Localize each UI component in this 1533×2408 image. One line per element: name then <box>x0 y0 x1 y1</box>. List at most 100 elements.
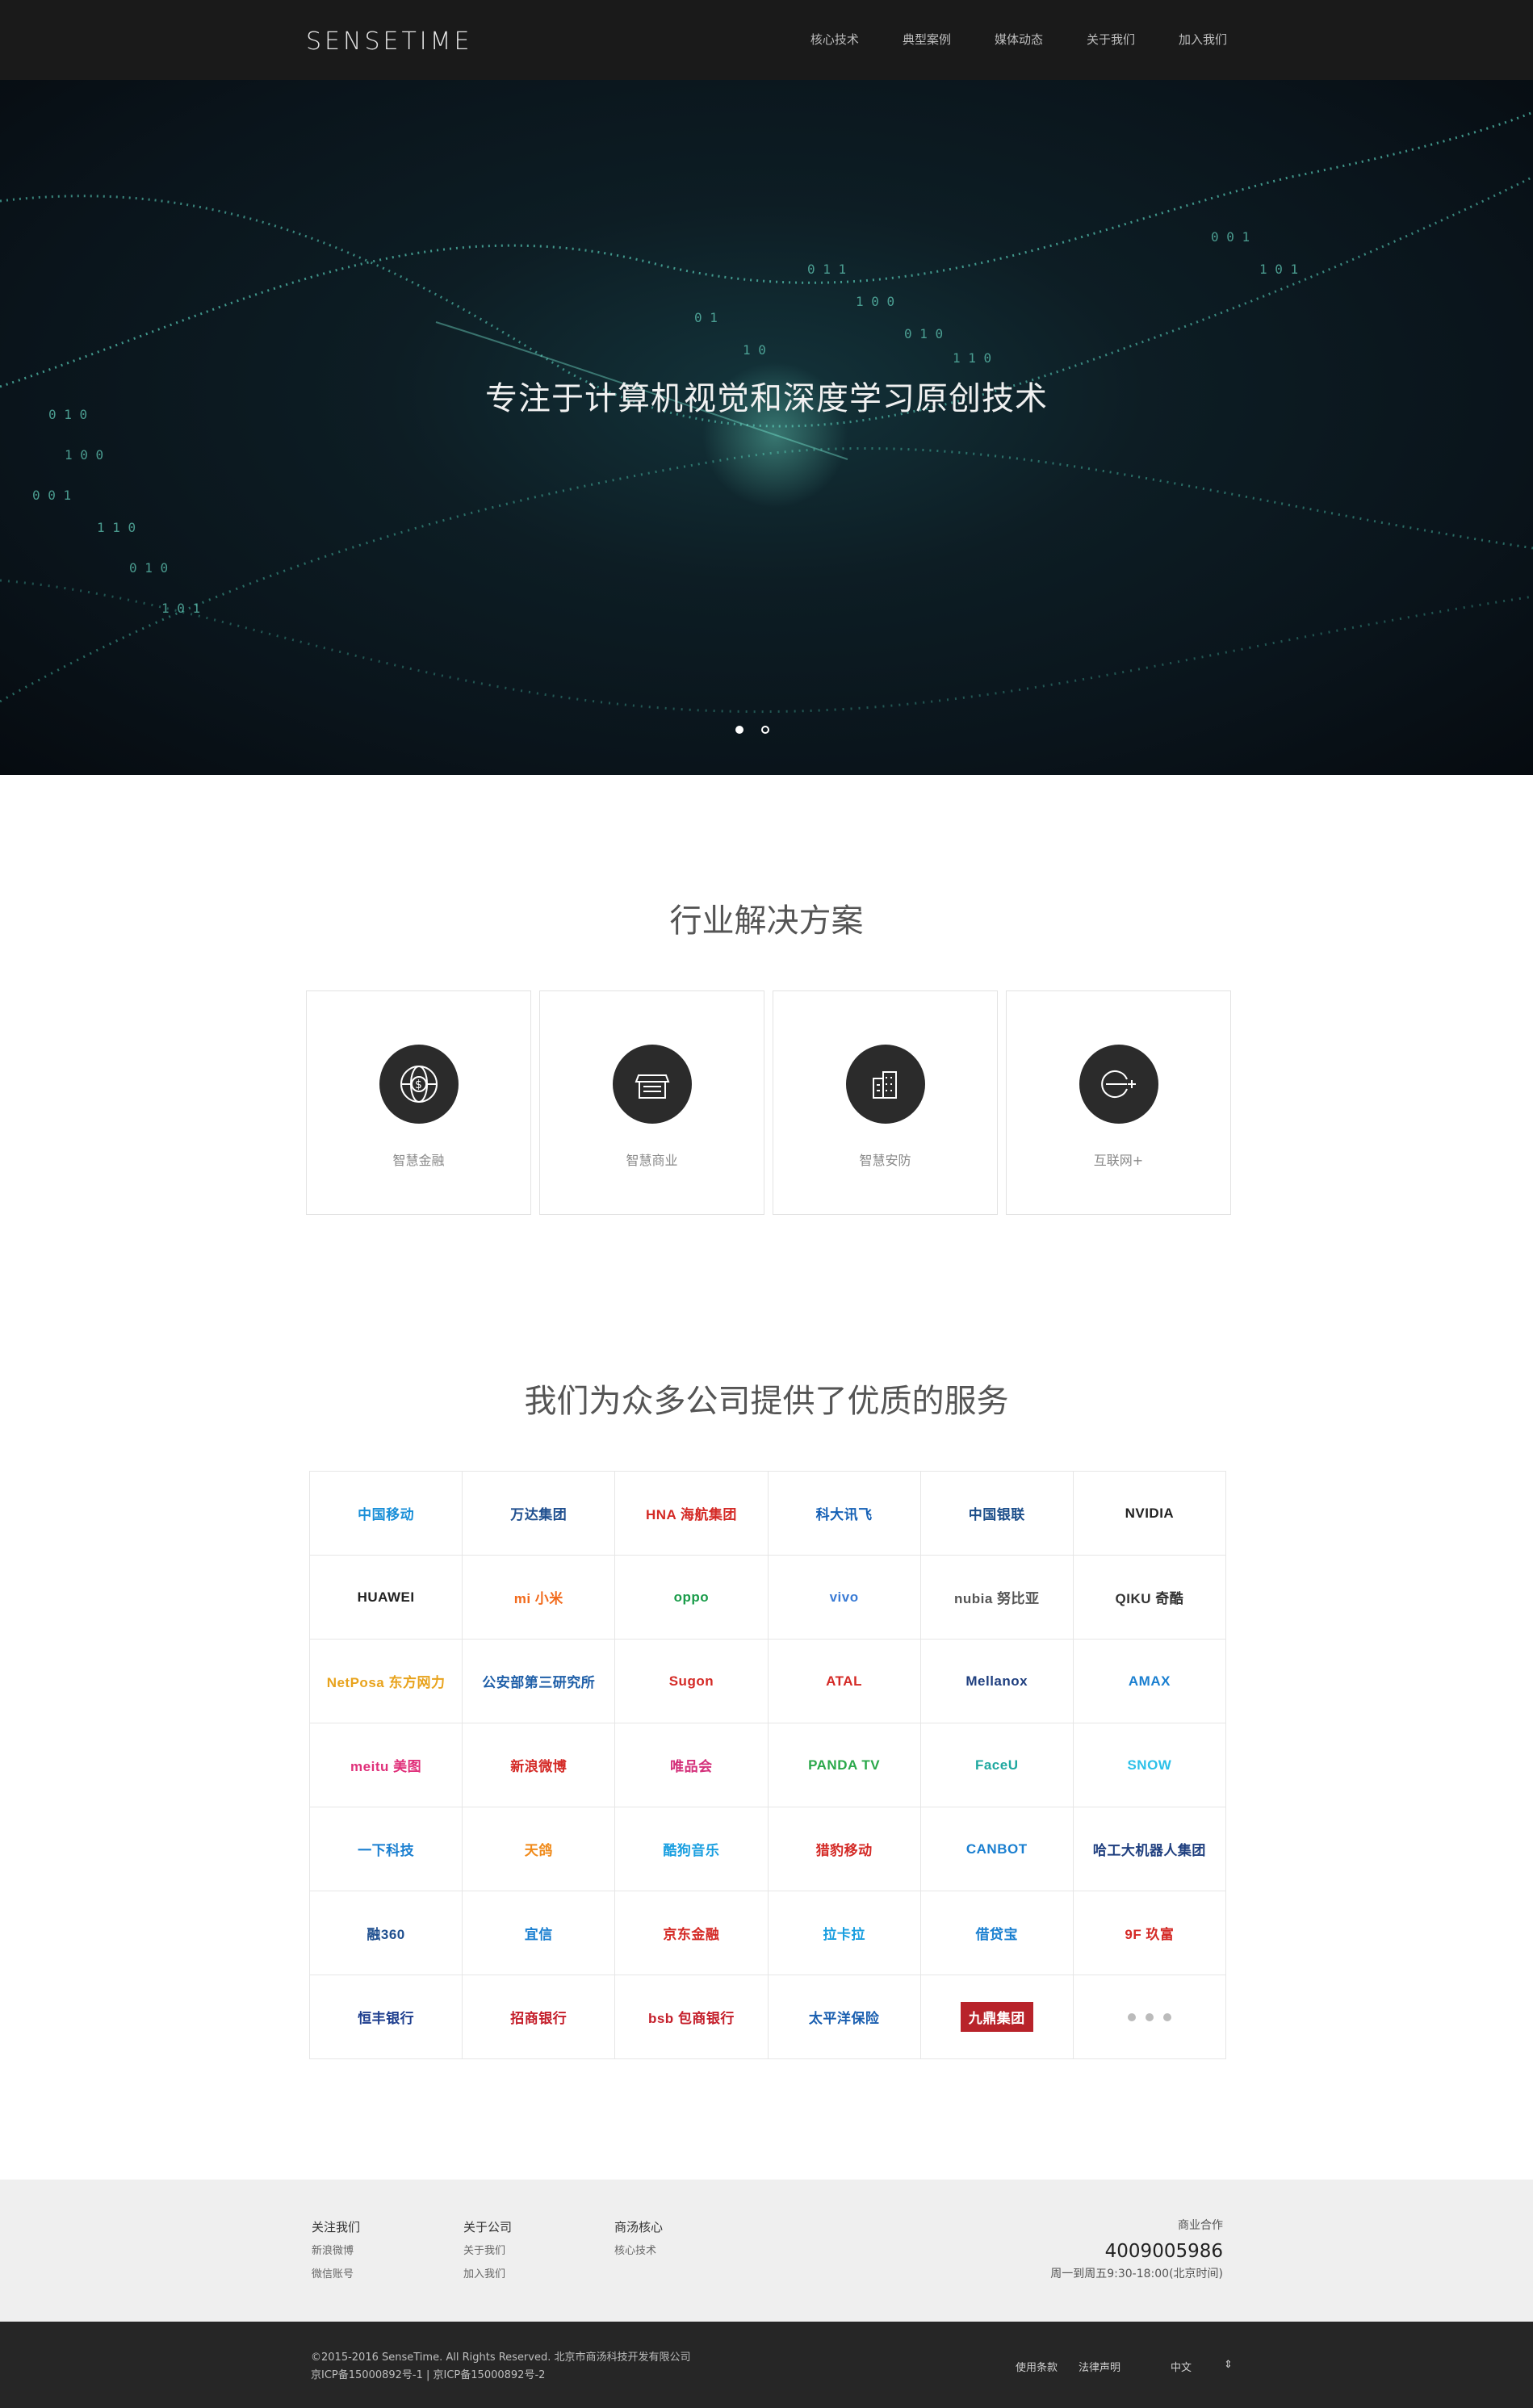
partner-logo-cell: 天鸽 <box>463 1807 616 1891</box>
footer-col-follow: 关注我们 新浪微博 微信账号 <box>312 2218 360 2289</box>
solution-label: 智慧安防 <box>859 1153 911 1168</box>
partner-logo-cell: oppo <box>615 1556 769 1640</box>
partner-logo: 猎豹移动 <box>815 1843 873 1858</box>
partner-logo: SNOW <box>1127 1757 1172 1773</box>
sensetime-logo[interactable]: SENSETIME <box>306 27 472 56</box>
footer-col-title: 关注我们 <box>312 2220 361 2234</box>
bottom-bar: ©2015-2016 SenseTime. All Rights Reserve… <box>0 2322 1533 2408</box>
nav-join[interactable]: 加入我们 <box>1179 31 1227 48</box>
partner-logo-cell: NVIDIA <box>1073 1472 1226 1556</box>
partner-logo: FaceU <box>974 1757 1019 1773</box>
svg-text:0 1: 0 1 <box>694 310 718 325</box>
main-nav: 核心技术 典型案例 媒体动态 关于我们 加入我们 <box>810 31 1227 48</box>
svg-text:1 1 0: 1 1 0 <box>97 520 136 535</box>
footer-link-wechat[interactable]: 微信账号 <box>312 2265 360 2280</box>
partner-logo: 京东金融 <box>663 1927 720 1942</box>
partner-logo: 中国银联 <box>968 1507 1025 1522</box>
footer-col-title: 关于公司 <box>463 2220 513 2234</box>
footer-link-join[interactable]: 加入我们 <box>463 2265 512 2280</box>
nav-about[interactable]: 关于我们 <box>1087 31 1135 48</box>
svg-text:0 1 0: 0 1 0 <box>129 560 168 576</box>
language-selector[interactable]: 中文 ⇕ <box>1171 2359 1233 2374</box>
partner-logo: Sugon <box>668 1673 714 1689</box>
footer-link-weibo[interactable]: 新浪微博 <box>312 2242 360 2257</box>
partner-logo: 宜信 <box>524 1927 553 1942</box>
partner-logo: 拉卡拉 <box>823 1927 865 1942</box>
solution-label: 互联网+ <box>1093 1153 1144 1168</box>
partner-logo-cell: 拉卡拉 <box>768 1891 921 1975</box>
partner-logo-cell: bsb 包商银行 <box>615 1975 769 2059</box>
partner-logo-cell: 宜信 <box>463 1891 616 1975</box>
partner-logo: 九鼎集团 <box>960 2002 1033 2032</box>
dna-strands-graphic: 0 1 0 1 0 0 0 0 1 1 1 0 0 1 0 1 0 1 0 1 1 1 0… <box>0 111 1533 714</box>
svg-text:1 0 0: 1 0 0 <box>856 294 894 309</box>
partner-logo: mi 小米 <box>513 1591 563 1606</box>
partner-logo-cell: 万达集团 <box>463 1472 616 1556</box>
footer: 关注我们 新浪微博 微信账号 关于公司 关于我们 加入我们 商汤核心 核心技术 … <box>0 2180 1533 2322</box>
partner-logo: 科大讯飞 <box>815 1507 873 1522</box>
partner-logo-cell: FaceU <box>920 1723 1074 1807</box>
partner-logo: 酷狗音乐 <box>663 1843 720 1858</box>
more-partners-icon[interactable] <box>1127 2012 1171 2021</box>
partner-logo: 中国移动 <box>358 1507 415 1522</box>
partner-logo-cell: 九鼎集团 <box>920 1975 1074 2059</box>
partner-logo: meitu 美图 <box>350 1759 422 1774</box>
dot <box>1145 2012 1154 2021</box>
carousel-dot-2[interactable] <box>761 726 769 734</box>
solution-card-retail[interactable]: 智慧商业 <box>539 990 764 1215</box>
terms-link[interactable]: 使用条款 <box>1016 2359 1058 2374</box>
partner-logo-cell: 一下科技 <box>310 1807 463 1891</box>
partner-logo-cell: 科大讯飞 <box>768 1472 921 1556</box>
svg-text:$: $ <box>415 1078 422 1091</box>
partner-logo: 招商银行 <box>510 2011 568 2026</box>
partner-logo: 万达集团 <box>510 1507 568 1522</box>
svg-text:1 1 0: 1 1 0 <box>953 350 991 366</box>
partner-logo: 唯品会 <box>670 1759 713 1774</box>
partner-logo-cell: 公安部第三研究所 <box>463 1640 616 1723</box>
svg-text:1 0 0: 1 0 0 <box>65 447 103 463</box>
partner-logo-cell: HNA 海航集团 <box>615 1472 769 1556</box>
partner-logo-cell: meitu 美图 <box>310 1723 463 1807</box>
partner-logo: 公安部第三研究所 <box>482 1675 596 1690</box>
nav-core-tech[interactable]: 核心技术 <box>810 31 859 48</box>
footer-link-about[interactable]: 关于我们 <box>463 2242 512 2257</box>
legal-links: 使用条款 法律声明 <box>1016 2359 1120 2374</box>
partner-logo: 新浪微博 <box>510 1759 568 1774</box>
partner-logo: NVIDIA <box>1125 1505 1175 1521</box>
solutions-cards: $ 智慧金融 智慧商业 智慧安防 互联网+ <box>306 990 1231 1215</box>
e-plus-icon <box>1079 1045 1158 1124</box>
copyright-text: ©2015-2016 SenseTime. All Rights Reserve… <box>311 2351 691 2364</box>
solution-card-internet[interactable]: 互联网+ <box>1006 990 1231 1215</box>
icp-text: 京ICP备15000892号-1 | 京ICP备15000892号-2 <box>311 2369 546 2381</box>
partner-logo: HUAWEI <box>357 1589 415 1605</box>
partner-logo: Mellanox <box>965 1673 1028 1689</box>
partner-logo: 恒丰银行 <box>358 2011 415 2026</box>
partner-logo-cell: NetPosa 东方网力 <box>310 1640 463 1723</box>
buildings-icon <box>846 1045 925 1124</box>
svg-text:0 0 1: 0 0 1 <box>1211 229 1250 245</box>
partner-logo-cell: 哈工大机器人集团 <box>1073 1807 1226 1891</box>
partner-logo: PANDA TV <box>808 1757 881 1773</box>
solution-card-finance[interactable]: $ 智慧金融 <box>306 990 531 1215</box>
footer-col-core: 商汤核心 核心技术 <box>614 2218 663 2265</box>
partners-title: 我们为众多公司提供了优质的服务 <box>524 1383 1009 1420</box>
nav-media[interactable]: 媒体动态 <box>995 31 1043 48</box>
partner-logo: 太平洋保险 <box>808 2011 880 2026</box>
language-label: 中文 <box>1171 2362 1192 2374</box>
partner-logo: ATAL <box>826 1673 862 1689</box>
carousel-dot-1[interactable] <box>735 726 743 734</box>
legal-link[interactable]: 法律声明 <box>1079 2359 1120 2374</box>
partner-logo-cell: 太平洋保险 <box>768 1975 921 2059</box>
svg-text:0 1 1: 0 1 1 <box>807 262 846 277</box>
partner-logo: oppo <box>673 1589 710 1605</box>
footer-link-core-tech[interactable]: 核心技术 <box>614 2242 663 2257</box>
solution-card-security[interactable]: 智慧安防 <box>773 990 998 1215</box>
partner-logo-cell: 恒丰银行 <box>310 1975 463 2059</box>
partner-logo-cell: nubia 努比亚 <box>920 1556 1074 1640</box>
nav-cases[interactable]: 典型案例 <box>903 31 951 48</box>
partner-logo-cell: 唯品会 <box>615 1723 769 1807</box>
copyright-block: ©2015-2016 SenseTime. All Rights Reserve… <box>311 2349 691 2385</box>
partner-logo: nubia 努比亚 <box>953 1591 1040 1606</box>
partner-logo: 一下科技 <box>358 1843 415 1858</box>
partner-logo-cell: Mellanox <box>920 1640 1074 1723</box>
